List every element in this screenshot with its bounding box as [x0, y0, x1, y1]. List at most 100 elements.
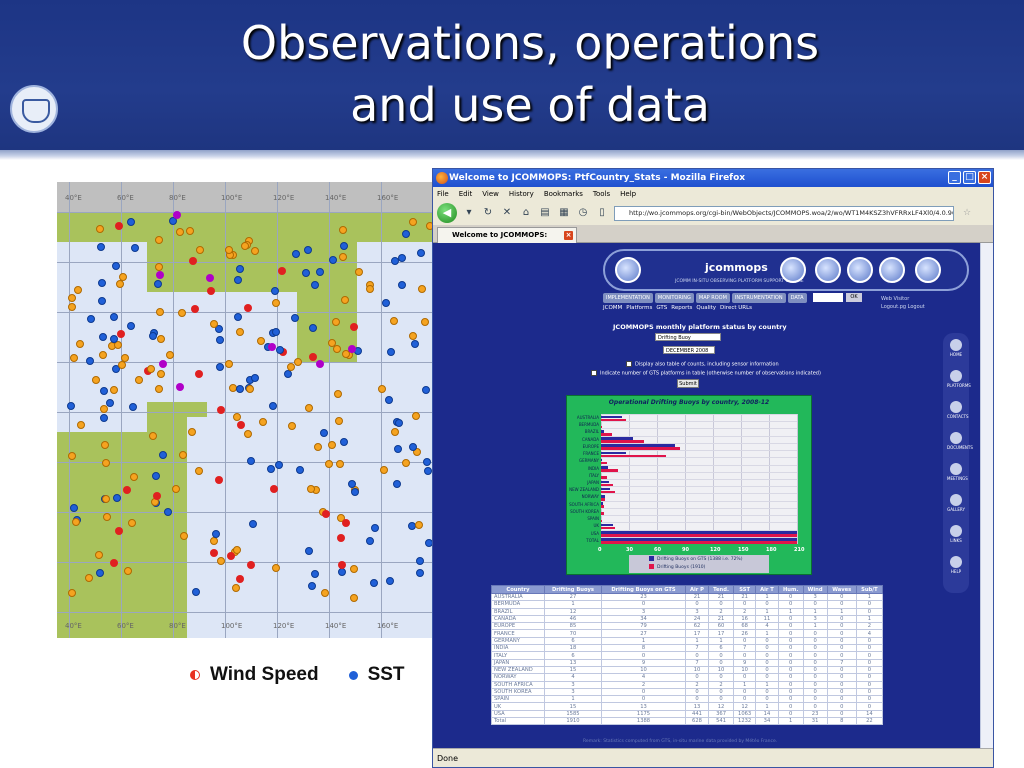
- sidenav-meetings[interactable]: MEETINGS: [947, 463, 968, 481]
- sidenav-documents[interactable]: DOCUMENTS: [947, 432, 973, 450]
- history-icon[interactable]: ◷: [576, 206, 590, 220]
- jc-submenu-gts[interactable]: GTS: [656, 305, 667, 311]
- month-select[interactable]: DECEMBER 2008: [663, 346, 715, 354]
- minimize-button[interactable]: _: [948, 171, 961, 184]
- nav-globe-icon[interactable]: [815, 257, 841, 283]
- tab-close-icon[interactable]: ×: [564, 231, 573, 240]
- search-ok-button[interactable]: OK: [846, 293, 862, 302]
- buoy-marker: [118, 272, 127, 281]
- close-window-button[interactable]: ×: [978, 171, 991, 184]
- jc-menu-data[interactable]: DATA: [787, 293, 807, 303]
- table-cell: 1388: [600, 717, 687, 726]
- buoy-marker: [153, 491, 162, 500]
- table-cell: 60: [707, 622, 735, 631]
- table-cell: 0: [755, 636, 779, 646]
- buoy-marker: [96, 242, 105, 251]
- table-cell: 16: [733, 614, 757, 624]
- jc-submenu-quality[interactable]: Quality: [696, 305, 716, 311]
- sidenav-home[interactable]: HOME: [947, 339, 965, 357]
- maximize-button[interactable]: □: [963, 171, 976, 184]
- table-cell: 34: [755, 717, 779, 726]
- forward-dropdown-icon[interactable]: ▾: [462, 206, 476, 220]
- nav-ocean-icon[interactable]: [847, 257, 873, 283]
- jc-menu-map-room[interactable]: MAP ROOM: [695, 293, 730, 303]
- chart-gridline: [601, 421, 797, 423]
- buoy-marker: [354, 267, 363, 276]
- vertical-scrollbar[interactable]: [980, 243, 993, 750]
- tab-jcommops[interactable]: Welcome to JCOMMOPS: PtfCoun... ×: [437, 227, 577, 254]
- table-cell: 13: [685, 702, 709, 711]
- menu-item-bookmarks[interactable]: Bookmarks: [544, 187, 583, 201]
- home-icon[interactable]: ⌂: [519, 206, 533, 220]
- table-cell: 0: [600, 651, 687, 660]
- sidenav-contacts[interactable]: CONTACTS: [947, 401, 969, 419]
- buoy-marker: [303, 246, 312, 255]
- jc-submenu-direct-urls[interactable]: Direct URLs: [720, 305, 752, 311]
- table-row: SPAIN 1 0 0 0 0 0 0 0 0 0: [491, 695, 884, 704]
- sidenav-gallery[interactable]: GALLERY: [947, 494, 965, 512]
- nav-settings-icon[interactable]: [879, 257, 905, 283]
- reload-icon[interactable]: ↻: [481, 206, 495, 220]
- sidenav-platforms[interactable]: PLATFORMS: [947, 370, 971, 388]
- menu-item-tools[interactable]: Tools: [593, 187, 610, 201]
- menu-item-history[interactable]: History: [509, 187, 534, 201]
- jc-submenu-jcomm[interactable]: JCOMM: [603, 305, 622, 311]
- sidenav-links[interactable]: LINKS: [947, 525, 965, 543]
- page-content: jcommops JCOMM IN-SITU OBSERVING PLATFOR…: [433, 243, 981, 750]
- buoy-marker: [216, 362, 225, 371]
- table-cell: 4: [543, 673, 602, 682]
- jc-submenu-reports[interactable]: Reports: [671, 305, 692, 311]
- table-cell: 0: [802, 695, 828, 704]
- chart-category-label: FRANCE: [583, 451, 599, 457]
- wind-speed-symbol-icon: [190, 670, 200, 680]
- table-cell: 2: [685, 680, 709, 689]
- page-icon[interactable]: ▯: [595, 206, 609, 220]
- buoy-marker: [156, 270, 165, 279]
- menu-item-file[interactable]: File: [437, 187, 449, 201]
- menu-item-help[interactable]: Help: [620, 187, 636, 201]
- logout-links[interactable]: Logout.pg Logout: [881, 303, 925, 311]
- buoy-marker: [99, 387, 108, 395]
- map-lon-label: 160°E: [377, 194, 399, 202]
- jc-menu-instrumentation[interactable]: INSTRUMENTATION: [731, 293, 786, 303]
- bookmark-star-icon[interactable]: ☆: [963, 208, 971, 218]
- submit-button[interactable]: Submit: [677, 379, 699, 388]
- new-tab-icon[interactable]: ▤: [538, 206, 552, 220]
- buoy-marker: [315, 267, 324, 276]
- nav-home-icon[interactable]: [915, 257, 941, 283]
- bookmark-add-icon[interactable]: ▦: [557, 206, 571, 220]
- back-button[interactable]: ◀: [437, 203, 457, 223]
- map-lon-label: 80°E: [169, 194, 186, 202]
- checkbox-icon[interactable]: [591, 370, 597, 376]
- chart-category-label: USA: [590, 530, 599, 536]
- table-cell: 0: [733, 687, 757, 697]
- sidenav-label: CONTACTS: [947, 414, 969, 419]
- map-lon-label-bottom: 60°E: [117, 622, 134, 630]
- menu-item-view[interactable]: View: [482, 187, 499, 201]
- jc-submenu-platforms[interactable]: Platforms: [626, 305, 652, 311]
- checkbox-icon[interactable]: [626, 361, 632, 367]
- table-row: Total 1910 1388 628 541 1232 34 1 31 8 22: [491, 717, 884, 726]
- gts-checkbox[interactable]: Indicate number of GTS platforms in tabl…: [591, 370, 821, 377]
- buoy-marker: [196, 246, 205, 255]
- jc-menu-monitoring[interactable]: MONITORING: [654, 293, 694, 303]
- sidenav-help[interactable]: HELP: [947, 556, 965, 574]
- side-navigation: HOME PLATFORMS CONTACTS DOCUMENTS MEETINGS GA…: [943, 333, 973, 593]
- chart-category-label: NORWAY: [581, 494, 599, 500]
- map-gridline: [57, 362, 437, 363]
- table-cell: 79: [600, 622, 687, 631]
- buoy-marker: [186, 227, 194, 236]
- jc-menu-implementation[interactable]: IMPLEMENTATION: [603, 293, 653, 303]
- table-cell: 0: [777, 665, 804, 675]
- menu-item-edit[interactable]: Edit: [459, 187, 473, 201]
- platform-type-select[interactable]: Drifting Buoy: [655, 333, 721, 341]
- url-input[interactable]: http://wo.jcommops.org/cgi-bin/WebObject…: [614, 205, 954, 221]
- table-cell: 21: [707, 592, 735, 602]
- table-row: UK 15 13 13 12 12 1 0 0 0 0: [491, 702, 884, 711]
- table-cell: 0: [826, 702, 857, 711]
- chart-category-label: SOUTH AFRICA: [569, 501, 599, 507]
- buoy-marker: [216, 406, 225, 415]
- table-counts-checkbox[interactable]: Display also table of counts, including …: [626, 361, 779, 368]
- site-search-input[interactable]: [813, 293, 843, 302]
- stop-icon[interactable]: ✕: [500, 206, 514, 220]
